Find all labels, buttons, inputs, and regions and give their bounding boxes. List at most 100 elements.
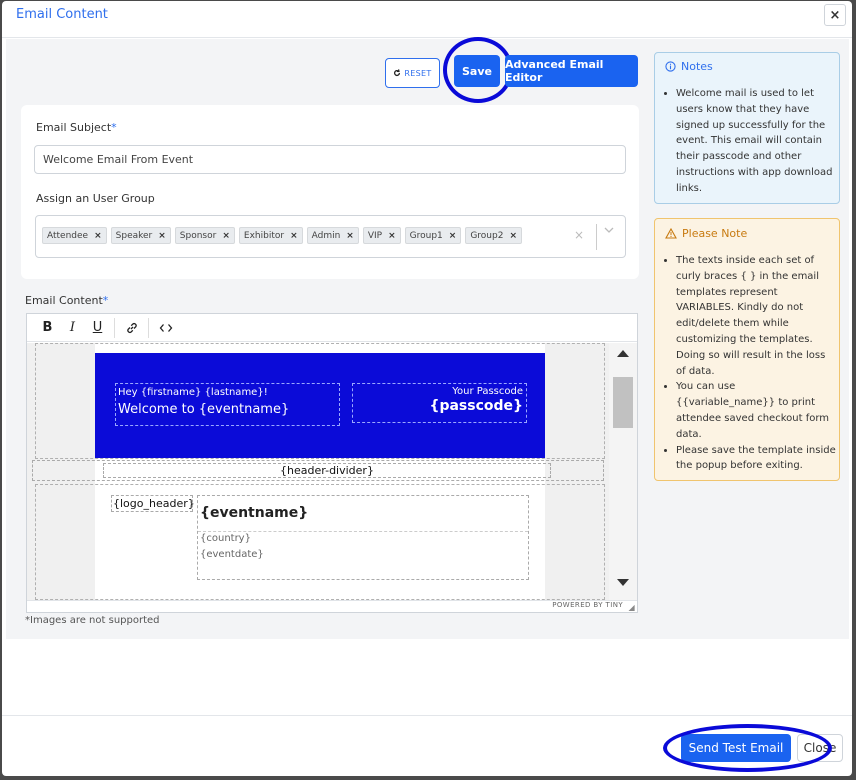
- images-note: *Images are not supported: [25, 615, 160, 626]
- chip-remove-icon[interactable]: ×: [290, 231, 298, 241]
- event-info-block: {eventname} {country} {eventdate}: [197, 495, 529, 580]
- notes-list: Welcome mail is used to let users know t…: [659, 86, 835, 197]
- select-separator: [596, 224, 597, 250]
- please-note-header: Please Note: [665, 227, 747, 240]
- chip-remove-icon[interactable]: ×: [449, 231, 457, 241]
- user-group-chip: Sponsor ×: [174, 227, 235, 244]
- chip-remove-icon[interactable]: ×: [509, 231, 517, 241]
- notes-item: Welcome mail is used to let users know t…: [676, 86, 835, 197]
- refresh-icon: [394, 69, 401, 77]
- logo-header-variable: {logo_header}: [111, 495, 195, 512]
- chip-label: Exhibitor: [243, 230, 285, 241]
- code-icon[interactable]: [153, 316, 178, 340]
- chip-label: Group1: [409, 230, 443, 241]
- passcode-block: Your Passcode {passcode}: [352, 383, 527, 423]
- chip-remove-icon[interactable]: ×: [158, 231, 166, 241]
- notes-header: Notes: [665, 60, 713, 73]
- chip-label: Attendee: [47, 230, 89, 241]
- clear-icon[interactable]: ×: [574, 228, 584, 242]
- info-icon: [665, 61, 676, 72]
- user-group-select[interactable]: Attendee × Speaker × Sponsor × Exhibitor × Admin…: [35, 215, 626, 258]
- header-divider-row: {header-divider}: [32, 460, 604, 481]
- save-button[interactable]: Save: [454, 55, 500, 87]
- modal-title: Email Content: [16, 7, 108, 22]
- scroll-thumb[interactable]: [613, 377, 633, 428]
- please-note-panel: Please Note The texts inside each set of…: [654, 218, 840, 481]
- chip-label: Sponsor: [179, 230, 217, 241]
- email-content-modal: Email Content × RESET Save Advanced Emai…: [2, 1, 852, 776]
- email-content-label-text: Email Content: [25, 294, 103, 307]
- editor-content-area[interactable]: Hey {firstname} {lastname}! Welcome to {…: [27, 343, 609, 600]
- required-mark: *: [102, 294, 109, 307]
- user-group-chip: VIP ×: [362, 227, 401, 244]
- email-content-label: Email Content*: [25, 294, 108, 307]
- editor-scrollbar[interactable]: [609, 343, 637, 600]
- rich-text-editor: B I U Hey {firstname} {lastname}! Welcom…: [26, 313, 638, 613]
- please-note-item: You can use {{variable_name}} to print a…: [676, 379, 837, 442]
- underline-icon[interactable]: U: [85, 316, 110, 340]
- action-toolbar: RESET Save Advanced Email Editor: [6, 37, 646, 103]
- greeting-text: Hey {firstname} {lastname}!: [118, 387, 268, 398]
- toolbar-separator: [114, 317, 115, 338]
- scroll-down-icon[interactable]: [617, 579, 629, 586]
- chip-remove-icon[interactable]: ×: [222, 231, 230, 241]
- modal-footer: Send Test Email Close: [2, 715, 852, 776]
- eventdate-variable: {eventdate}: [200, 549, 264, 560]
- please-note-title: Please Note: [682, 227, 748, 240]
- please-note-item: The texts inside each set of curly brace…: [676, 253, 837, 379]
- notes-panel: Notes Welcome mail is used to let users …: [654, 52, 840, 204]
- passcode-label: Your Passcode: [452, 386, 523, 397]
- italic-icon[interactable]: I: [60, 316, 85, 340]
- user-group-chip: Admin ×: [306, 227, 359, 244]
- welcome-text: Welcome to {eventname}: [118, 402, 290, 417]
- chip-remove-icon[interactable]: ×: [94, 231, 102, 241]
- modal-close-button[interactable]: ×: [824, 4, 846, 26]
- modal-header: Email Content ×: [2, 1, 852, 38]
- email-subject-input[interactable]: Welcome Email From Event: [34, 145, 626, 174]
- subject-card: Email Subject* Welcome Email From Event …: [21, 105, 639, 279]
- notes-title: Notes: [681, 60, 713, 73]
- please-note-list: The texts inside each set of curly brace…: [659, 253, 837, 474]
- event-info-divider: [198, 531, 528, 532]
- close-button[interactable]: Close: [797, 734, 843, 762]
- user-group-chip: Speaker ×: [110, 227, 171, 244]
- editor-toolbar: B I U: [27, 314, 637, 342]
- email-subject-label: Email Subject*: [36, 121, 117, 134]
- resize-handle-icon[interactable]: ◢: [628, 603, 635, 612]
- country-variable: {country}: [200, 533, 251, 544]
- bold-icon[interactable]: B: [35, 316, 60, 340]
- notes-column: Notes Welcome mail is used to let users …: [646, 39, 849, 639]
- greeting-block: Hey {firstname} {lastname}! Welcome to {…: [115, 383, 340, 426]
- chip-remove-icon[interactable]: ×: [388, 231, 396, 241]
- link-icon[interactable]: [119, 316, 144, 340]
- user-group-chip: Group1 ×: [404, 227, 462, 244]
- user-group-chip: Attendee ×: [42, 227, 107, 244]
- chip-label: Group2: [470, 230, 504, 241]
- header-divider-variable: {header-divider}: [103, 463, 551, 478]
- chip-label: VIP: [367, 230, 383, 241]
- email-header-banner: Hey {firstname} {lastname}! Welcome to {…: [95, 353, 545, 458]
- editor-statusbar: POWERED BY TINY ◢: [27, 600, 637, 612]
- advanced-email-editor-button[interactable]: Advanced Email Editor: [505, 55, 638, 87]
- powered-by-text[interactable]: POWERED BY TINY: [552, 601, 623, 609]
- user-group-chips: Attendee × Speaker × Sponsor × Exhibitor × Admin…: [42, 227, 523, 244]
- email-subject-label-text: Email Subject: [36, 121, 112, 134]
- chevron-down-icon[interactable]: [604, 226, 614, 237]
- reset-label: RESET: [404, 68, 432, 78]
- send-test-email-button[interactable]: Send Test Email: [681, 734, 791, 762]
- reset-button[interactable]: RESET: [385, 58, 440, 88]
- chip-label: Admin: [311, 230, 341, 241]
- required-mark: *: [111, 121, 117, 134]
- user-group-chip: Exhibitor ×: [238, 227, 303, 244]
- chip-label: Speaker: [115, 230, 153, 241]
- scroll-up-icon[interactable]: [617, 350, 629, 357]
- please-note-item: Please save the template inside the popu…: [676, 443, 837, 475]
- warning-icon: [665, 228, 677, 239]
- passcode-variable: {passcode}: [429, 398, 523, 414]
- eventname-variable: {eventname}: [200, 505, 309, 521]
- editor-column: RESET Save Advanced Email Editor Email S…: [6, 37, 646, 639]
- chip-remove-icon[interactable]: ×: [346, 231, 354, 241]
- user-group-label: Assign an User Group: [36, 192, 155, 205]
- user-group-chip: Group2 ×: [465, 227, 523, 244]
- toolbar-separator: [148, 317, 149, 338]
